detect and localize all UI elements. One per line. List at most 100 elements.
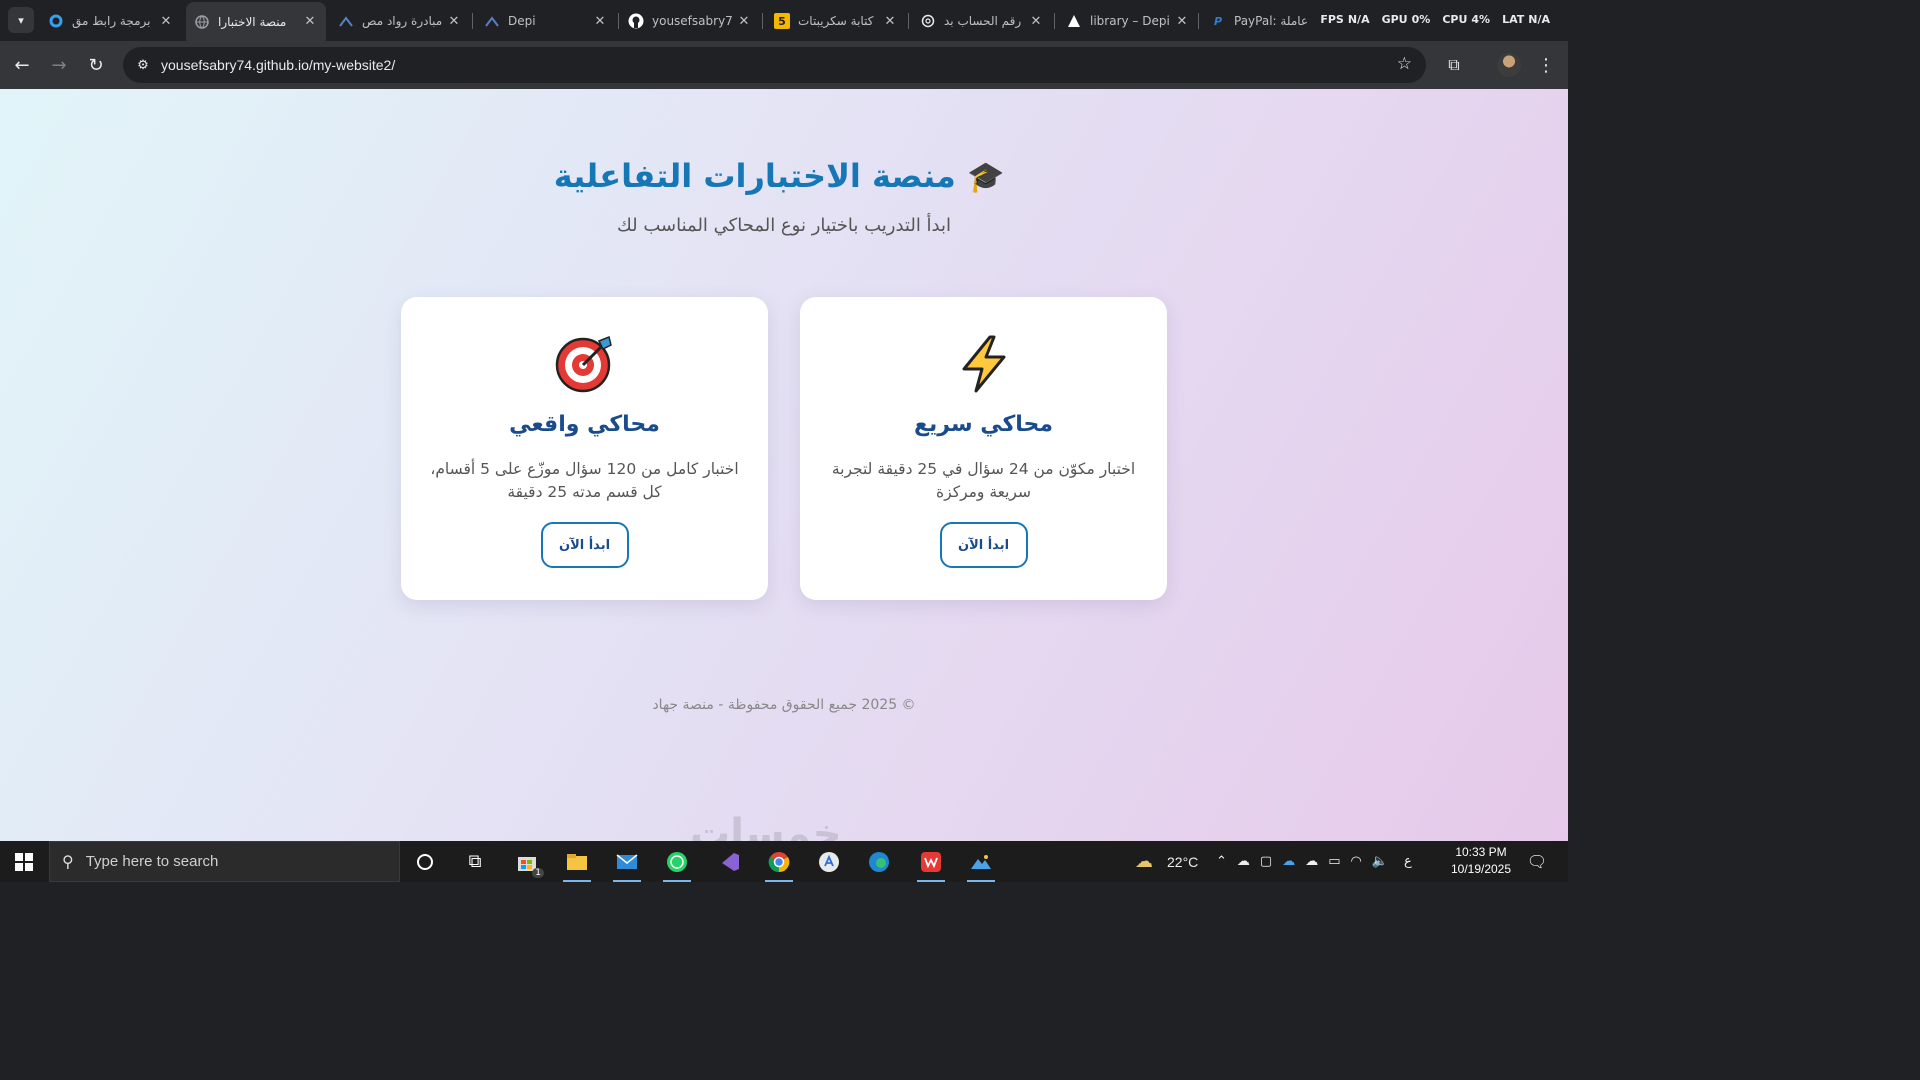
close-icon[interactable]: ✕ [446, 14, 462, 29]
tab-2[interactable]: مبادرة رواد مص ✕ [330, 6, 470, 36]
tab-label: yousefsabry7 [652, 14, 733, 28]
meet-now-icon[interactable]: ▢ [1260, 854, 1272, 869]
search-placeholder: Type here to search [85, 853, 219, 870]
start-realistic-button[interactable]: ابدأ الآن [540, 522, 629, 568]
mail-icon[interactable] [610, 845, 644, 882]
watermark-logo: خمسات [690, 811, 842, 841]
close-icon[interactable]: ✕ [592, 14, 608, 29]
close-icon[interactable]: ✕ [158, 14, 174, 29]
card-quick-simulator: محاكي سريع اختبار مكوّن من 24 سؤال في 25… [800, 297, 1167, 600]
back-arrow-icon[interactable]: ← [8, 51, 36, 79]
number5-icon: 5 [774, 13, 790, 29]
weather-widget[interactable]: ☁ 22°C [1135, 841, 1198, 882]
store-badge: 1 [532, 868, 544, 878]
cortana-circle-icon[interactable] [408, 845, 442, 878]
tab-divider [1198, 13, 1199, 29]
close-icon[interactable]: ✕ [1028, 14, 1044, 29]
tab-3[interactable]: Depi ✕ [476, 6, 616, 36]
onedrive-icon[interactable]: ☁ [1282, 854, 1295, 869]
tab-6[interactable]: رقم الحساب بد ✕ [912, 6, 1052, 36]
onedrive-personal-icon[interactable]: ☁ [1305, 854, 1318, 869]
cloud-sun-icon: ☁ [1135, 851, 1153, 872]
forward-arrow-icon[interactable]: → [45, 51, 73, 79]
tab-7[interactable]: library – Depi ✕ [1058, 6, 1198, 36]
tab-4[interactable]: yousefsabry7 ✕ [620, 6, 760, 36]
globe-icon [194, 14, 210, 30]
github-icon [628, 13, 644, 29]
system-tray: ⌃ ☁ ▢ ☁ ☁ ▭ ◠ 🔈 ع [1216, 841, 1412, 882]
tab-label: كتابة سكريبتات [798, 14, 874, 28]
tab-search-menu-button[interactable]: ▾ [8, 7, 34, 33]
wps-office-icon[interactable] [914, 845, 948, 882]
card-title: محاكي واقعي [509, 412, 660, 437]
tab-5[interactable]: 5 كتابة سكريبتات ✕ [766, 6, 906, 36]
clock-time: 10:33 PM [1455, 845, 1507, 859]
performance-overlay: FPS N/A GPU 0% CPU 4% LAT N/A [1320, 13, 1550, 26]
cloud-upload-icon[interactable]: ☁ [1237, 854, 1250, 869]
input-language[interactable]: ع [1404, 854, 1412, 869]
profile-avatar[interactable] [1497, 53, 1521, 77]
page-subtitle: ابدأ التدريب باختيار نوع المحاكي المناسب… [616, 215, 952, 236]
bookmark-star-icon[interactable]: ☆ [1397, 54, 1412, 74]
tab-label: library – Depi [1090, 14, 1170, 28]
url-text[interactable]: yousefsabry74.github.io/my-website2/ [161, 57, 395, 73]
microsoft-store-icon[interactable]: 1 [510, 845, 544, 878]
extensions-puzzle-icon[interactable]: ⧉ [1440, 51, 1468, 79]
file-explorer-icon[interactable] [560, 845, 594, 882]
volume-icon[interactable]: 🔈 [1372, 854, 1388, 869]
wifi-icon[interactable]: ◠ [1351, 854, 1362, 869]
tab-divider [1054, 13, 1055, 29]
weather-temp: 22°C [1167, 853, 1199, 870]
close-icon[interactable]: ✕ [302, 14, 318, 29]
edge-icon[interactable] [862, 845, 896, 878]
notifications-icon[interactable]: 🗨 [1520, 845, 1554, 878]
site-settings-icon[interactable]: ⚙ [131, 58, 155, 73]
tab-divider [762, 13, 763, 29]
page-title: 🎓 منصة الاختبارات التفاعلية [0, 157, 1568, 195]
visual-studio-icon[interactable] [712, 845, 746, 878]
app-store-icon[interactable] [812, 845, 846, 878]
whatsapp-icon[interactable] [660, 845, 694, 882]
card-title: محاكي سريع [913, 412, 1054, 437]
close-icon[interactable]: ✕ [736, 14, 752, 29]
chevron-up-icon[interactable]: ⌃ [1216, 854, 1227, 869]
tab-label: مبادرة رواد مص [362, 14, 443, 28]
lightning-icon [800, 335, 1167, 395]
task-view-icon[interactable]: ⧉ [458, 845, 492, 878]
gpu-readout: GPU 0% [1381, 13, 1431, 26]
windows-start-icon[interactable] [0, 841, 48, 882]
triangle-icon [1066, 13, 1082, 29]
clock-date: 10/19/2025 [1450, 862, 1512, 876]
start-quick-button[interactable]: ابدأ الآن [939, 522, 1028, 568]
tab-label: برمجة رابط مق [72, 14, 151, 28]
close-icon[interactable]: ✕ [882, 14, 898, 29]
chrome-icon[interactable] [762, 845, 796, 882]
lat-readout: LAT N/A [1502, 13, 1550, 26]
tab-divider [472, 13, 473, 29]
graduation-cap-icon: 🎓 [966, 160, 1005, 195]
paypal-icon: P [1213, 14, 1223, 28]
close-icon[interactable]: ✕ [1174, 14, 1190, 29]
tab-0[interactable]: برمجة رابط مق ✕ [40, 6, 182, 36]
tab-8[interactable]: P PayPal: عاملة [1202, 6, 1332, 36]
taskbar-clock[interactable]: 10:33 PM 10/19/2025 [1440, 844, 1522, 878]
tab-label: Depi [508, 14, 536, 28]
card-realistic-simulator: محاكي واقعي اختبار كامل من 120 سؤال موزّ… [401, 297, 768, 600]
browser-tab-strip: ▾ برمجة رابط مق ✕ منصة الاختبارا ✕ مبادر… [0, 0, 1568, 41]
more-menu-icon[interactable]: ⋮ [1532, 51, 1560, 79]
target-icon [401, 335, 768, 395]
tab-label: منصة الاختبارا [218, 14, 287, 29]
windows-taskbar: ⚲ Type here to search ⧉ 1 ☁ 22°C ⌃ ☁ ▢ ☁… [0, 841, 1568, 882]
photos-mountain-icon[interactable] [964, 845, 998, 882]
tab-1-active[interactable]: منصة الاختبارا ✕ [186, 2, 326, 41]
taskbar-search-box[interactable]: ⚲ Type here to search [49, 841, 400, 882]
reload-icon[interactable]: ↻ [82, 51, 110, 79]
depi-icon [484, 13, 500, 29]
browser-toolbar: ← → ↻ ⚙ yousefsabry74.github.io/my-websi… [0, 41, 1568, 89]
page-title-text: منصة الاختبارات التفاعلية [553, 157, 956, 195]
battery-icon[interactable]: ▭ [1328, 854, 1340, 869]
address-bar[interactable]: ⚙ yousefsabry74.github.io/my-website2/ ☆ [123, 47, 1426, 83]
web-page: 🎓 منصة الاختبارات التفاعلية ابدأ التدريب… [0, 89, 1568, 841]
depi-icon [338, 13, 354, 29]
cpu-readout: CPU 4% [1442, 13, 1491, 26]
